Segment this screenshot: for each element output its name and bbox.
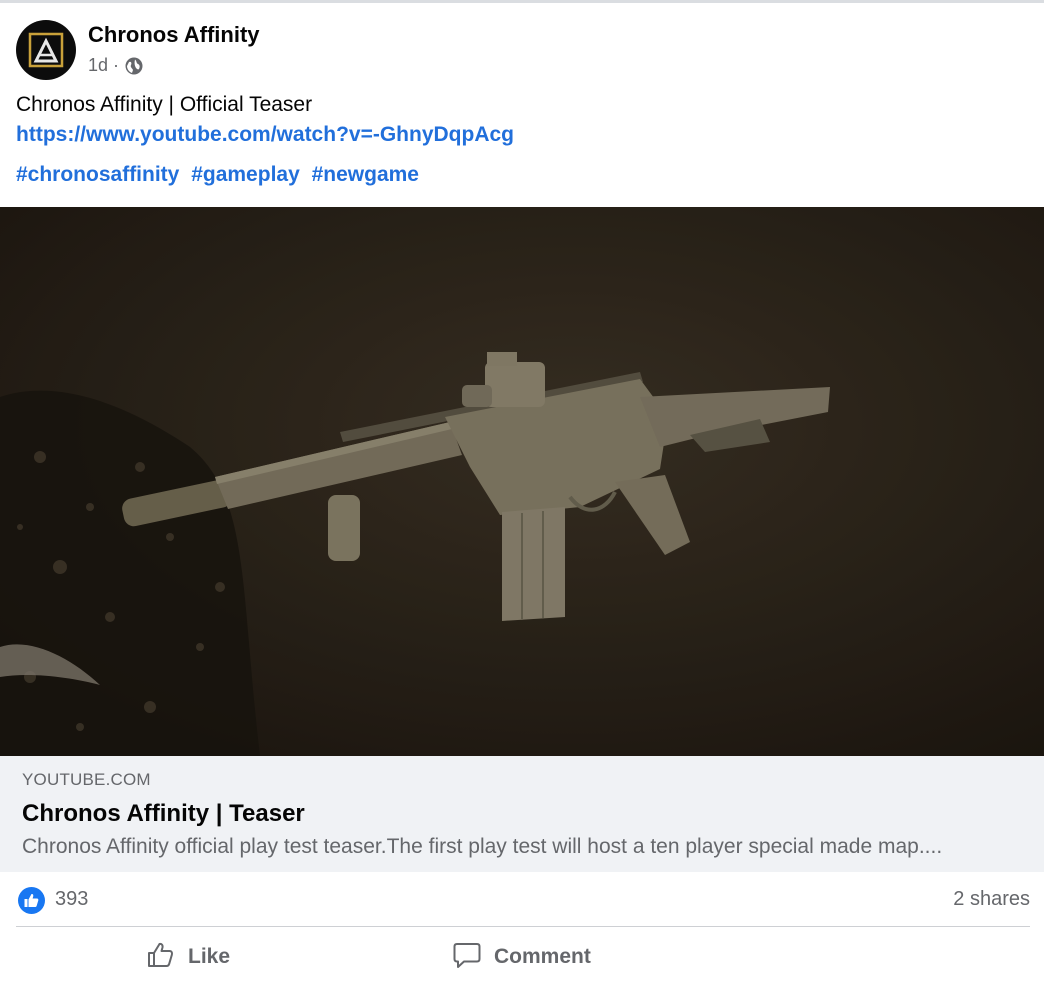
post-body: Chronos Affinity | Official Teaser https… — [16, 90, 514, 150]
reaction-stats: 393 2 shares — [16, 884, 1030, 918]
like-reaction-icon[interactable] — [18, 887, 45, 914]
link-preview-description: Chronos Affinity official play test teas… — [22, 835, 943, 858]
meta-separator: · — [113, 55, 120, 75]
actions-divider — [16, 926, 1030, 927]
hashtags: #chronosaffinity #gameplay #newgame — [16, 160, 425, 190]
globe-icon[interactable] — [124, 56, 144, 76]
post-text: Chronos Affinity | Official Teaser — [16, 93, 313, 116]
link-preview-domain: YOUTUBE.COM — [22, 770, 151, 789]
comment-label: Comment — [494, 945, 591, 968]
comment-button[interactable]: Comment — [452, 932, 591, 982]
post-actions: Like Comment — [16, 932, 1030, 982]
link-preview-title[interactable]: Chronos Affinity | Teaser — [22, 800, 305, 828]
thumbs-up-icon — [146, 940, 176, 975]
chronos-logo-icon — [28, 32, 64, 68]
video-thumbnail[interactable] — [0, 207, 1044, 756]
like-count[interactable]: 393 — [55, 888, 88, 911]
post-meta: 1d · — [88, 55, 144, 76]
post-header: Chronos Affinity 1d · — [16, 20, 1016, 82]
like-label: Like — [188, 945, 231, 968]
shares-count[interactable]: 2 shares — [953, 888, 1030, 911]
post-link[interactable]: https://www.youtube.com/watch?v=-GhnyDqp… — [16, 120, 514, 150]
hashtag-gameplay[interactable]: #gameplay — [191, 163, 300, 186]
comment-icon — [452, 940, 482, 975]
link-preview[interactable]: YOUTUBE.COM Chronos Affinity | Teaser Ch… — [0, 756, 1044, 872]
page-name[interactable]: Chronos Affinity — [88, 22, 260, 48]
like-button[interactable]: Like — [146, 932, 230, 982]
post-time[interactable]: 1d — [88, 55, 108, 76]
hashtag-chronosaffinity[interactable]: #chronosaffinity — [16, 163, 179, 186]
hashtag-newgame[interactable]: #newgame — [312, 163, 419, 186]
page-avatar[interactable] — [16, 20, 76, 80]
top-border — [0, 0, 1044, 3]
